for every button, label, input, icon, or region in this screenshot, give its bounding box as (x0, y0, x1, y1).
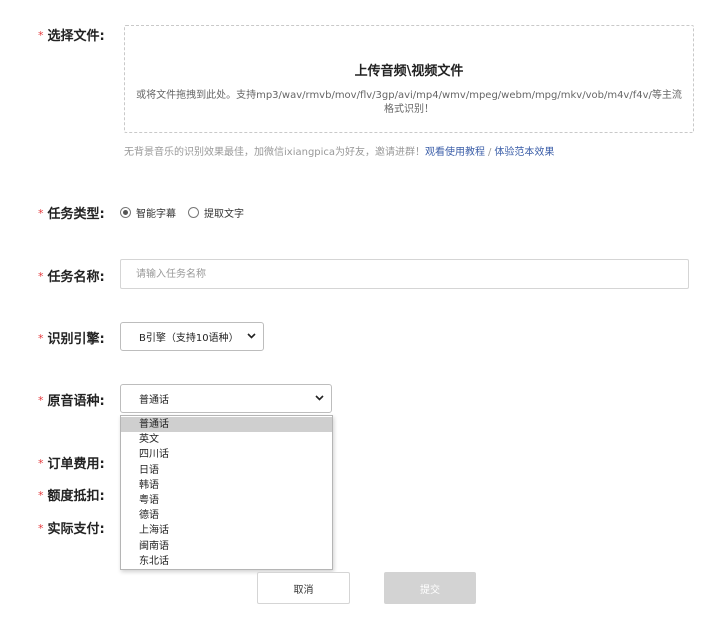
credit-label-text: 额度抵扣: (47, 489, 105, 504)
radio-label: 提取文字 (204, 209, 244, 220)
dropdown-option[interactable]: 东北话 (121, 554, 332, 569)
task-type-label-text: 任务类型: (47, 207, 105, 222)
dropdown-option[interactable]: 粤语 (121, 493, 332, 508)
dropdown-option[interactable]: 韩语 (121, 478, 332, 493)
language-label: * 原音语种: (38, 390, 105, 409)
credit-label: * 额度抵扣: (38, 485, 105, 504)
task-type-radio-group: 智能字幕 提取文字 (120, 205, 256, 220)
radio-checked-icon[interactable] (120, 207, 131, 218)
engine-label-text: 识别引擎: (47, 332, 105, 347)
required-mark: * (38, 394, 44, 407)
dropdown-option[interactable]: 上海话 (121, 523, 332, 538)
task-name-label: * 任务名称: (38, 266, 105, 285)
required-mark: * (38, 29, 44, 42)
radio-unchecked-icon[interactable] (188, 207, 199, 218)
file-label: * 选择文件: (38, 25, 105, 44)
radio-smart-subtitle[interactable]: 智能字幕 (120, 205, 176, 220)
required-mark: * (38, 207, 44, 220)
task-name-label-text: 任务名称: (47, 270, 105, 285)
upload-title: 上传音频\视频文件 (354, 64, 464, 79)
upload-dropzone[interactable]: 上传音频\视频文件 或将文件拖拽到此处。支持mp3/wav/rmvb/mov/f… (124, 25, 694, 133)
cancel-button[interactable]: 取消 (257, 572, 350, 604)
dropdown-option[interactable]: 日语 (121, 463, 332, 478)
actual-pay-label: * 实际支付: (38, 518, 105, 537)
required-mark: * (38, 457, 44, 470)
upload-description: 或将文件拖拽到此处。支持mp3/wav/rmvb/mov/flv/3gp/avi… (136, 90, 682, 115)
actual-pay-label-text: 实际支付: (47, 522, 105, 537)
file-label-text: 选择文件: (47, 29, 105, 44)
sample-link[interactable]: 体验范本效果 (494, 147, 554, 158)
language-dropdown-list: 普通话 英文 四川话 日语 韩语 粤语 德语 上海话 闽南语 东北话 (120, 415, 333, 570)
dropdown-option[interactable]: 四川话 (121, 447, 332, 462)
order-fee-label-text: 订单费用: (47, 457, 105, 472)
engine-selected-value: B引擎（支持10语种） (139, 333, 239, 344)
chevron-down-icon (244, 332, 258, 342)
engine-label: * 识别引擎: (38, 328, 105, 347)
language-select[interactable]: 普通话 (120, 384, 332, 413)
task-type-label: * 任务类型: (38, 203, 105, 222)
dropdown-option[interactable]: 普通话 (121, 417, 332, 433)
tip-text: 无背景音乐的识别效果最佳，加微信ixiangpica为好友，邀请进群！ (124, 147, 426, 158)
link-separator: / (488, 147, 492, 158)
submit-button[interactable]: 提交 (384, 572, 476, 604)
required-mark: * (38, 489, 44, 502)
engine-select[interactable]: B引擎（支持10语种） (120, 322, 264, 351)
order-fee-label: * 订单费用: (38, 453, 105, 472)
language-selected-value: 普通话 (139, 395, 169, 406)
dropdown-option[interactable]: 英文 (121, 432, 332, 447)
dropdown-option[interactable]: 闽南语 (121, 539, 332, 554)
chevron-down-icon (312, 394, 326, 404)
dropdown-option[interactable]: 德语 (121, 508, 332, 523)
required-mark: * (38, 332, 44, 345)
language-label-text: 原音语种: (47, 394, 105, 409)
required-mark: * (38, 522, 44, 535)
required-mark: * (38, 270, 44, 283)
radio-extract-text[interactable]: 提取文字 (188, 205, 244, 220)
task-name-input[interactable] (120, 259, 689, 289)
tutorial-link[interactable]: 观看使用教程 (425, 147, 485, 158)
upload-tip: 无背景音乐的识别效果最佳，加微信ixiangpica为好友，邀请进群！观看使用教… (124, 143, 554, 158)
radio-label: 智能字幕 (136, 209, 176, 220)
